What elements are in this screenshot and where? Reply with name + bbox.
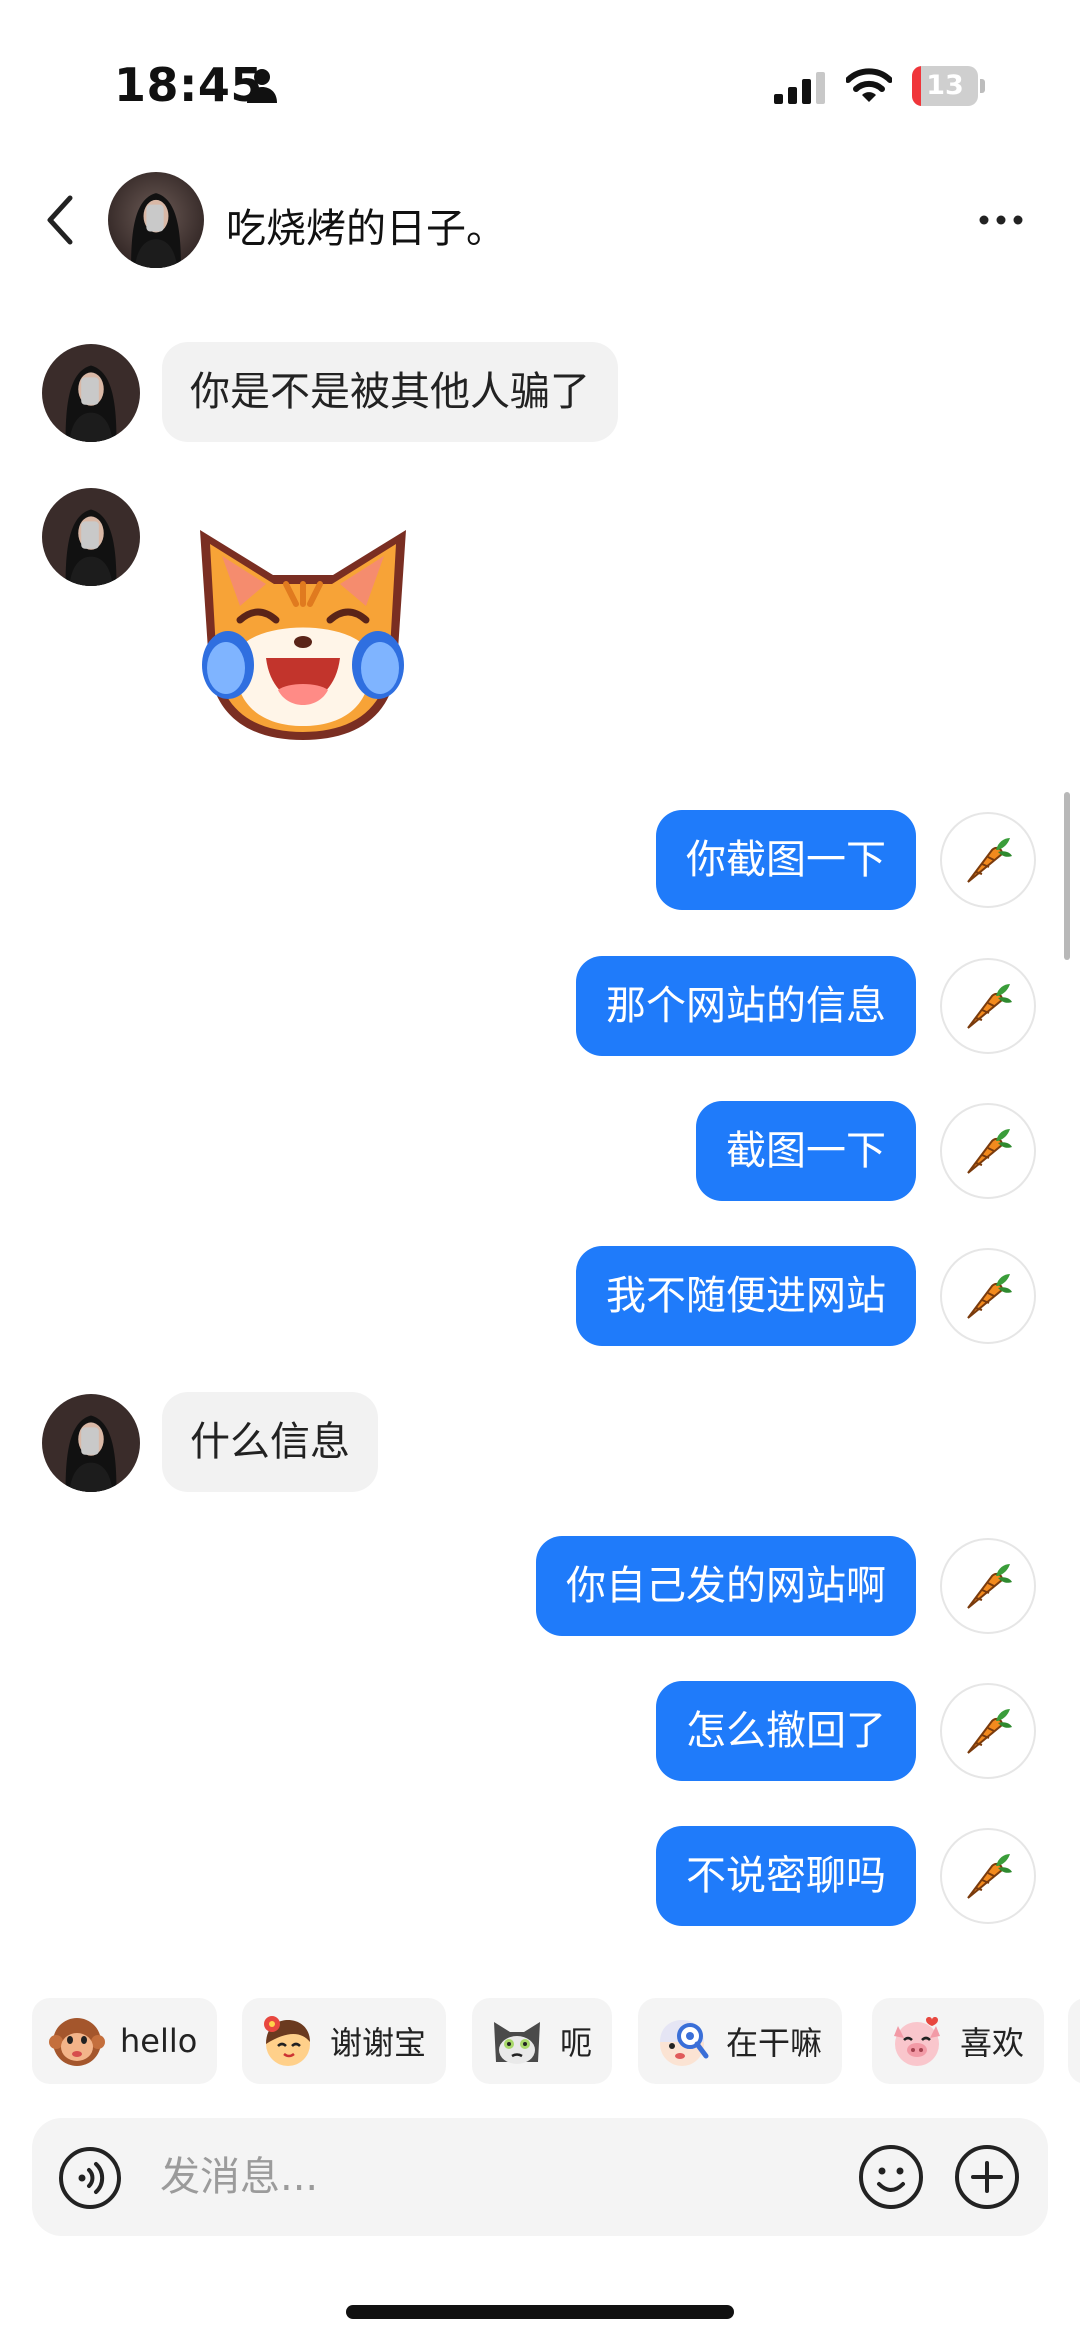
more-dots-icon[interactable] [976, 200, 1026, 240]
quick-reply-like[interactable]: 喜欢 [872, 1998, 1045, 2084]
message-row: 你截图一下 [0, 810, 1080, 910]
quick-reply-thanks[interactable]: 谢谢宝 [242, 1998, 447, 2084]
my-avatar[interactable] [940, 958, 1036, 1054]
message-row: 那个网站的信息 [0, 956, 1080, 1056]
message-row: 我不随便进网站 [0, 1246, 1080, 1346]
my-avatar[interactable] [940, 1683, 1036, 1779]
message-row: 截图一下 [0, 1101, 1080, 1201]
quick-reply-label: hello [120, 2022, 198, 2060]
outgoing-message[interactable]: 你自己发的网站啊 [536, 1536, 916, 1636]
my-avatar[interactable] [940, 1248, 1036, 1344]
carrot-icon [967, 1709, 1012, 1754]
magnifier-face-emoji-icon [660, 2020, 709, 2066]
outgoing-message[interactable]: 截图一下 [696, 1101, 916, 1201]
pig-emoji-icon [894, 2017, 940, 2066]
message-row [0, 488, 1080, 768]
outgoing-message[interactable]: 那个网站的信息 [576, 956, 916, 1056]
incoming-message[interactable]: 你是不是被其他人骗了 [162, 342, 618, 442]
wifi-icon [846, 68, 892, 102]
chevron-left-icon[interactable] [40, 190, 80, 250]
chat-header: 吃烧烤的日子。 [0, 170, 1080, 290]
carrot-icon [967, 1274, 1012, 1319]
quick-reply-bar[interactable]: hello 谢谢宝 呃 在干嘛 喜欢 [0, 1998, 1080, 2088]
battery-icon: 13 [912, 66, 985, 106]
contact-avatar[interactable] [42, 1394, 140, 1492]
quick-reply-label: 喜欢 [960, 2024, 1025, 2062]
quick-reply-uh[interactable]: 呃 [472, 1998, 613, 2084]
message-row: 你自己发的网站啊 [0, 1536, 1080, 1636]
my-avatar[interactable] [940, 1538, 1036, 1634]
my-avatar[interactable] [940, 1103, 1036, 1199]
outgoing-message[interactable]: 怎么撤回了 [656, 1681, 916, 1781]
contact-avatar[interactable] [42, 488, 140, 586]
carrot-icon [967, 1129, 1012, 1174]
signal-icon [774, 72, 825, 104]
status-bar: 18:45 13 [0, 0, 1080, 170]
person-icon [247, 69, 277, 103]
cat-emoji-icon [494, 2022, 540, 2064]
quick-reply-what-doing[interactable]: 在干嘛 [638, 1998, 843, 2084]
contact-avatar[interactable] [42, 344, 140, 442]
my-avatar[interactable] [940, 1828, 1036, 1924]
monkey-emoji-icon [49, 2018, 105, 2066]
message-input[interactable] [160, 2140, 860, 2214]
carrot-icon [967, 984, 1012, 1029]
message-row: 怎么撤回了 [0, 1681, 1080, 1781]
message-input-bar [32, 2118, 1048, 2236]
quick-reply-hello[interactable]: hello [32, 1998, 218, 2084]
emoji-icon[interactable] [858, 2144, 924, 2210]
incoming-message[interactable]: 什么信息 [162, 1392, 378, 1492]
outgoing-message[interactable]: 我不随便进网站 [576, 1246, 916, 1346]
quick-reply-label: 谢谢宝 [330, 2024, 427, 2062]
status-time: 18:45 [114, 58, 263, 112]
chat-screen: 18:45 13 吃烧烤的日子。 你是不是被其他人骗了 你截图一下 那个网站的信… [0, 0, 1080, 2348]
outgoing-message[interactable]: 不说密聊吗 [656, 1826, 916, 1926]
message-row: 你是不是被其他人骗了 [0, 342, 1080, 446]
message-row: 不说密聊吗 [0, 1826, 1080, 1926]
home-indicator[interactable] [346, 2305, 734, 2319]
outgoing-message[interactable]: 你截图一下 [656, 810, 916, 910]
scrollbar[interactable] [1064, 792, 1070, 960]
message-row: 什么信息 [0, 1392, 1080, 1492]
my-avatar[interactable] [940, 812, 1036, 908]
contact-avatar[interactable] [108, 172, 204, 268]
quick-reply-label: 在干嘛 [726, 2024, 823, 2062]
plus-icon[interactable] [954, 2144, 1020, 2210]
quick-reply-label: 呃 [560, 2024, 593, 2062]
battery-percent: 13 [926, 70, 964, 101]
quick-reply-more[interactable] [1068, 1998, 1080, 2084]
carrot-icon [967, 1564, 1012, 1609]
carrot-icon [967, 1854, 1012, 1899]
carrot-icon [967, 838, 1012, 883]
message-list[interactable]: 你是不是被其他人骗了 你截图一下 那个网站的信息 截图一下 我不随便进网站 什么… [0, 290, 1080, 1990]
chat-title: 吃烧烤的日子。 [226, 206, 506, 252]
voice-icon[interactable] [58, 2146, 122, 2210]
crying-laughing-cat-sticker[interactable] [178, 500, 428, 750]
flower-face-emoji-icon [264, 2016, 310, 2066]
